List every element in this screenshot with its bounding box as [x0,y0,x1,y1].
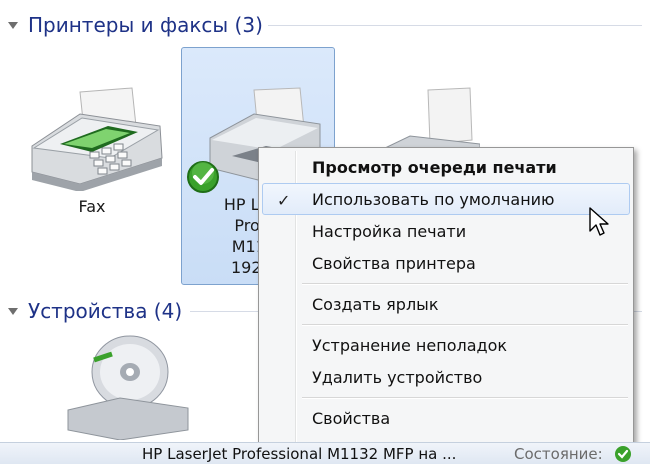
collapse-arrow-icon[interactable] [8,307,18,315]
menu-item-create-shortcut[interactable]: Создать ярлык [262,288,630,320]
menu-separator [262,393,630,402]
device-label-fax: Fax [78,197,106,216]
menu-item-label: Свойства принтера [312,253,476,273]
group-divider [268,25,642,26]
menu-separator [262,279,630,288]
menu-item-set-default[interactable]: ✓ Использовать по умолчанию [262,183,630,215]
group-title-printers: Принтеры и факсы (3) [28,13,263,37]
device-tile-optical-drive[interactable] [60,330,190,440]
menu-item-label: Создать ярлык [312,294,439,314]
check-icon: ✓ [277,191,291,210]
ok-check-icon [615,446,631,462]
menu-separator [262,320,630,329]
default-check-icon [187,161,219,193]
menu-item-printer-properties[interactable]: Свойства принтера [262,247,630,279]
context-menu: Просмотр очереди печати ✓ Использовать п… [258,147,634,454]
fax-icon [31,87,163,191]
group-title-devices: Устройства (4) [28,299,183,323]
optical-drive-icon [67,335,189,440]
details-status-bar: HP LaserJet Professional M1132 MFP на ..… [0,442,650,464]
group-header-printers[interactable]: Принтеры и факсы (3) [0,10,650,40]
mouse-pointer-icon [589,207,609,236]
menu-item-label: Использовать по умолчанию [312,189,555,209]
menu-item-label: Свойства [312,408,391,428]
status-device-name: HP LaserJet Professional M1132 MFP на ..… [142,445,457,463]
menu-item-label: Удалить устройство [312,367,483,387]
menu-item-label: Настройка печати [312,221,467,241]
collapse-arrow-icon[interactable] [8,21,18,29]
menu-item-remove-device[interactable]: Удалить устройство [262,361,630,393]
menu-item-troubleshoot[interactable]: Устранение неполадок [262,329,630,361]
menu-item-label: Просмотр очереди печати [312,157,557,177]
menu-item-label: Устранение неполадок [312,335,508,355]
menu-item-view-queue[interactable]: Просмотр очереди печати [262,151,630,183]
menu-item-printing-preferences[interactable]: Настройка печати [262,215,630,247]
device-tile-fax[interactable]: Fax [12,80,163,230]
menu-item-properties[interactable]: Свойства [262,402,630,434]
status-state-label: Состояние: [514,445,603,463]
